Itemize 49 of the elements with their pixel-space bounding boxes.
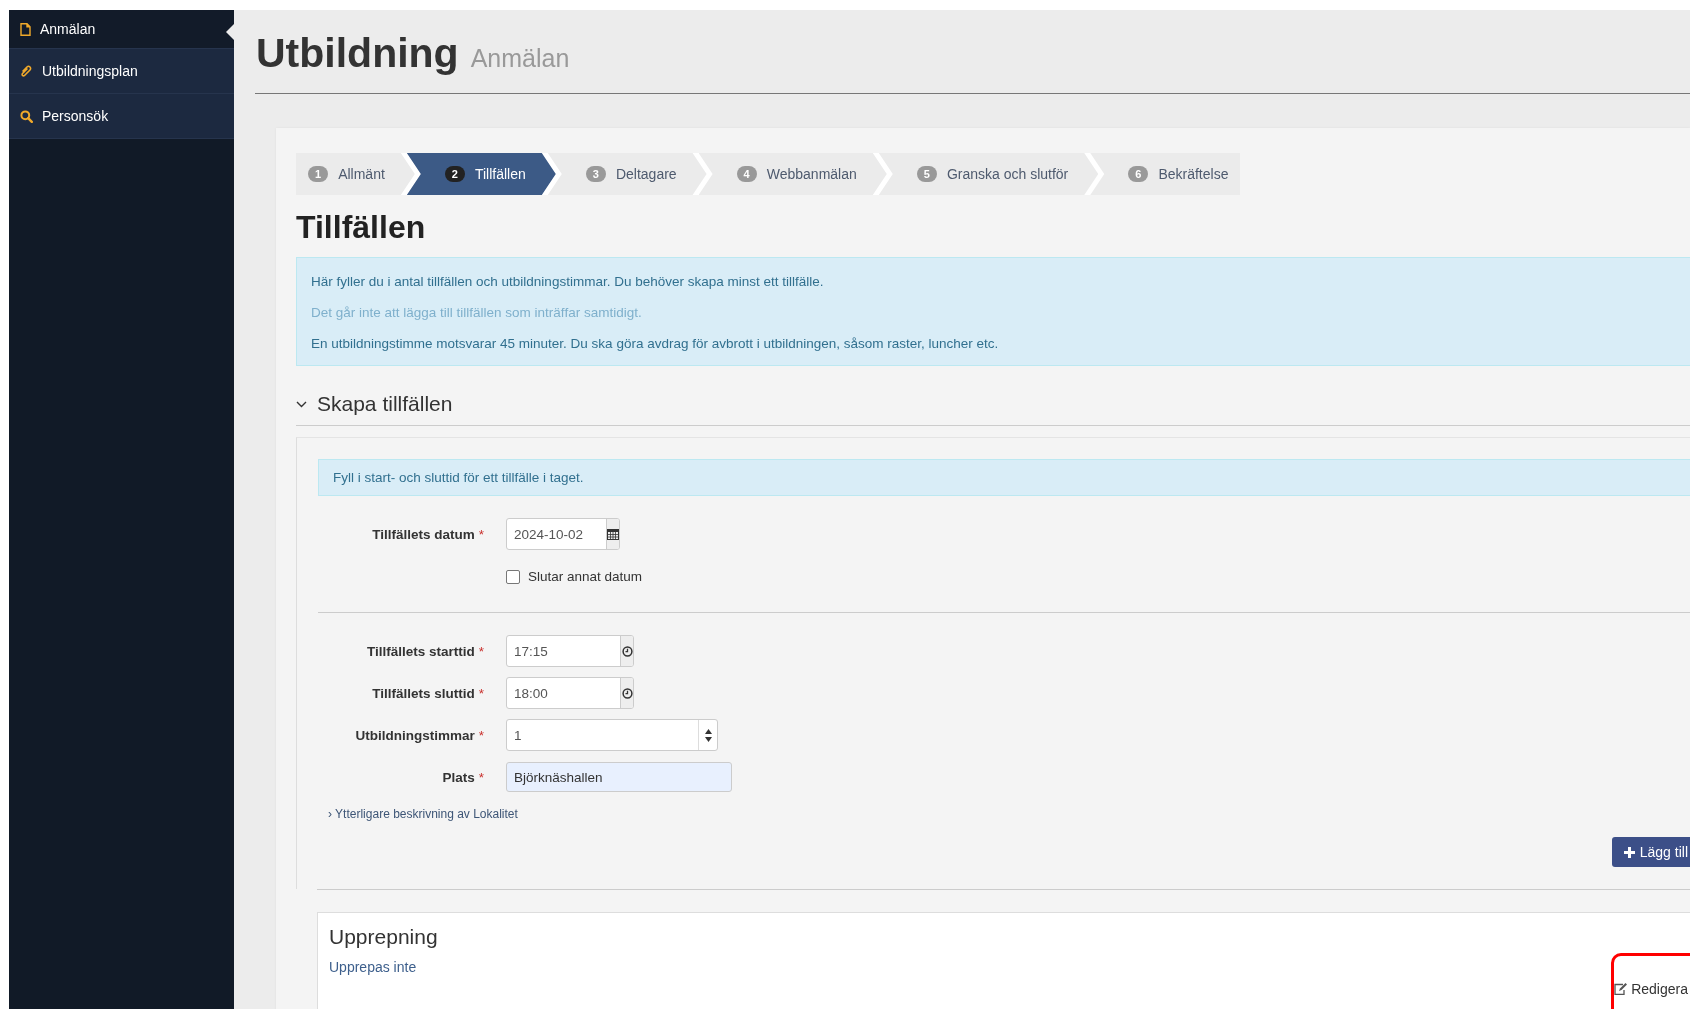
section-title[interactable]: Skapa tillfällen [317, 392, 453, 416]
field-label: Tillfällets datum [372, 526, 475, 542]
date-field[interactable]: 2024-10-02 [507, 519, 606, 549]
wizard-step[interactable]: 3 Deltagare [547, 153, 707, 195]
wizard-step[interactable]: 4 Webbanmälan [698, 153, 887, 195]
page-subtitle: Anmälan [470, 44, 570, 73]
time-field[interactable]: 18:00 [507, 678, 620, 708]
required-mark: * [478, 727, 484, 743]
hint-alert: Fyll i start- och sluttid för ett tillfälle i taget. [318, 459, 1690, 496]
clock-icon [621, 687, 633, 699]
search-icon [20, 109, 33, 123]
edit-link[interactable]: Redigera [1614, 981, 1690, 997]
time-picker[interactable]: 18:00 [506, 677, 634, 709]
checkbox[interactable] [506, 569, 520, 584]
sidebar-item[interactable]: Personsök [9, 94, 234, 139]
page-title: Utbildning [256, 30, 459, 77]
required-mark: * [478, 526, 484, 542]
wizard-step[interactable]: 1 Allmänt [296, 153, 415, 195]
number-stepper[interactable]: 1 [506, 719, 718, 751]
number-field[interactable]: 1 [507, 720, 698, 750]
more-link[interactable]: › Ytterligare beskrivning av Lokalitet [328, 807, 1690, 821]
paperclip-icon [20, 64, 33, 78]
sidebar-item[interactable]: Utbildningsplan [9, 49, 234, 94]
section-heading: Tillfällen [296, 209, 427, 246]
add-button[interactable]: Lägg till [1611, 837, 1690, 867]
field-label: Utbildningstimmar [355, 727, 475, 743]
checkbox-label[interactable]: Slutar annat datum [528, 569, 643, 584]
time-field[interactable]: 17:15 [507, 636, 620, 666]
required-mark: * [478, 769, 484, 785]
field-label: Tillfällets sluttid [372, 685, 475, 701]
required-mark: * [478, 685, 484, 701]
required-mark: * [478, 643, 484, 659]
location-field[interactable]: Björknäshallen [506, 762, 732, 792]
plus-icon [1623, 846, 1635, 858]
wizard-step[interactable]: 6 Bekräftelse [1090, 153, 1241, 195]
card-title: Upprepning [329, 925, 439, 949]
chevron-icon[interactable] [296, 400, 307, 408]
date-picker[interactable]: 2024-10-02 [506, 518, 620, 550]
wizard-step[interactable]: 5 Granska och slutför [878, 153, 1099, 195]
field-label: Tillfällets starttid [366, 643, 475, 659]
edit-icon [1614, 983, 1628, 995]
repeat-value: Upprepas inte [329, 959, 418, 975]
wizard-step[interactable]: 2 Tillfällen [406, 153, 556, 195]
field-label: Plats [442, 769, 475, 785]
clock-icon [621, 645, 633, 657]
time-picker[interactable]: 17:15 [506, 635, 634, 667]
calendar-icon[interactable] [607, 528, 619, 540]
info-alert: Här fyller du i antal tillfällen och utbildningstimmar. Du behöver skapa minst ett tillfälle. Det går inte att lägga till tillfällen som inträffar samtidigt. En utbildningstimme motsvarar 45 minuter. Du ska göra avdrag för avbrott i utbildningen, såsom raster, luncher etc. [296, 257, 1690, 366]
file-icon [20, 22, 31, 36]
